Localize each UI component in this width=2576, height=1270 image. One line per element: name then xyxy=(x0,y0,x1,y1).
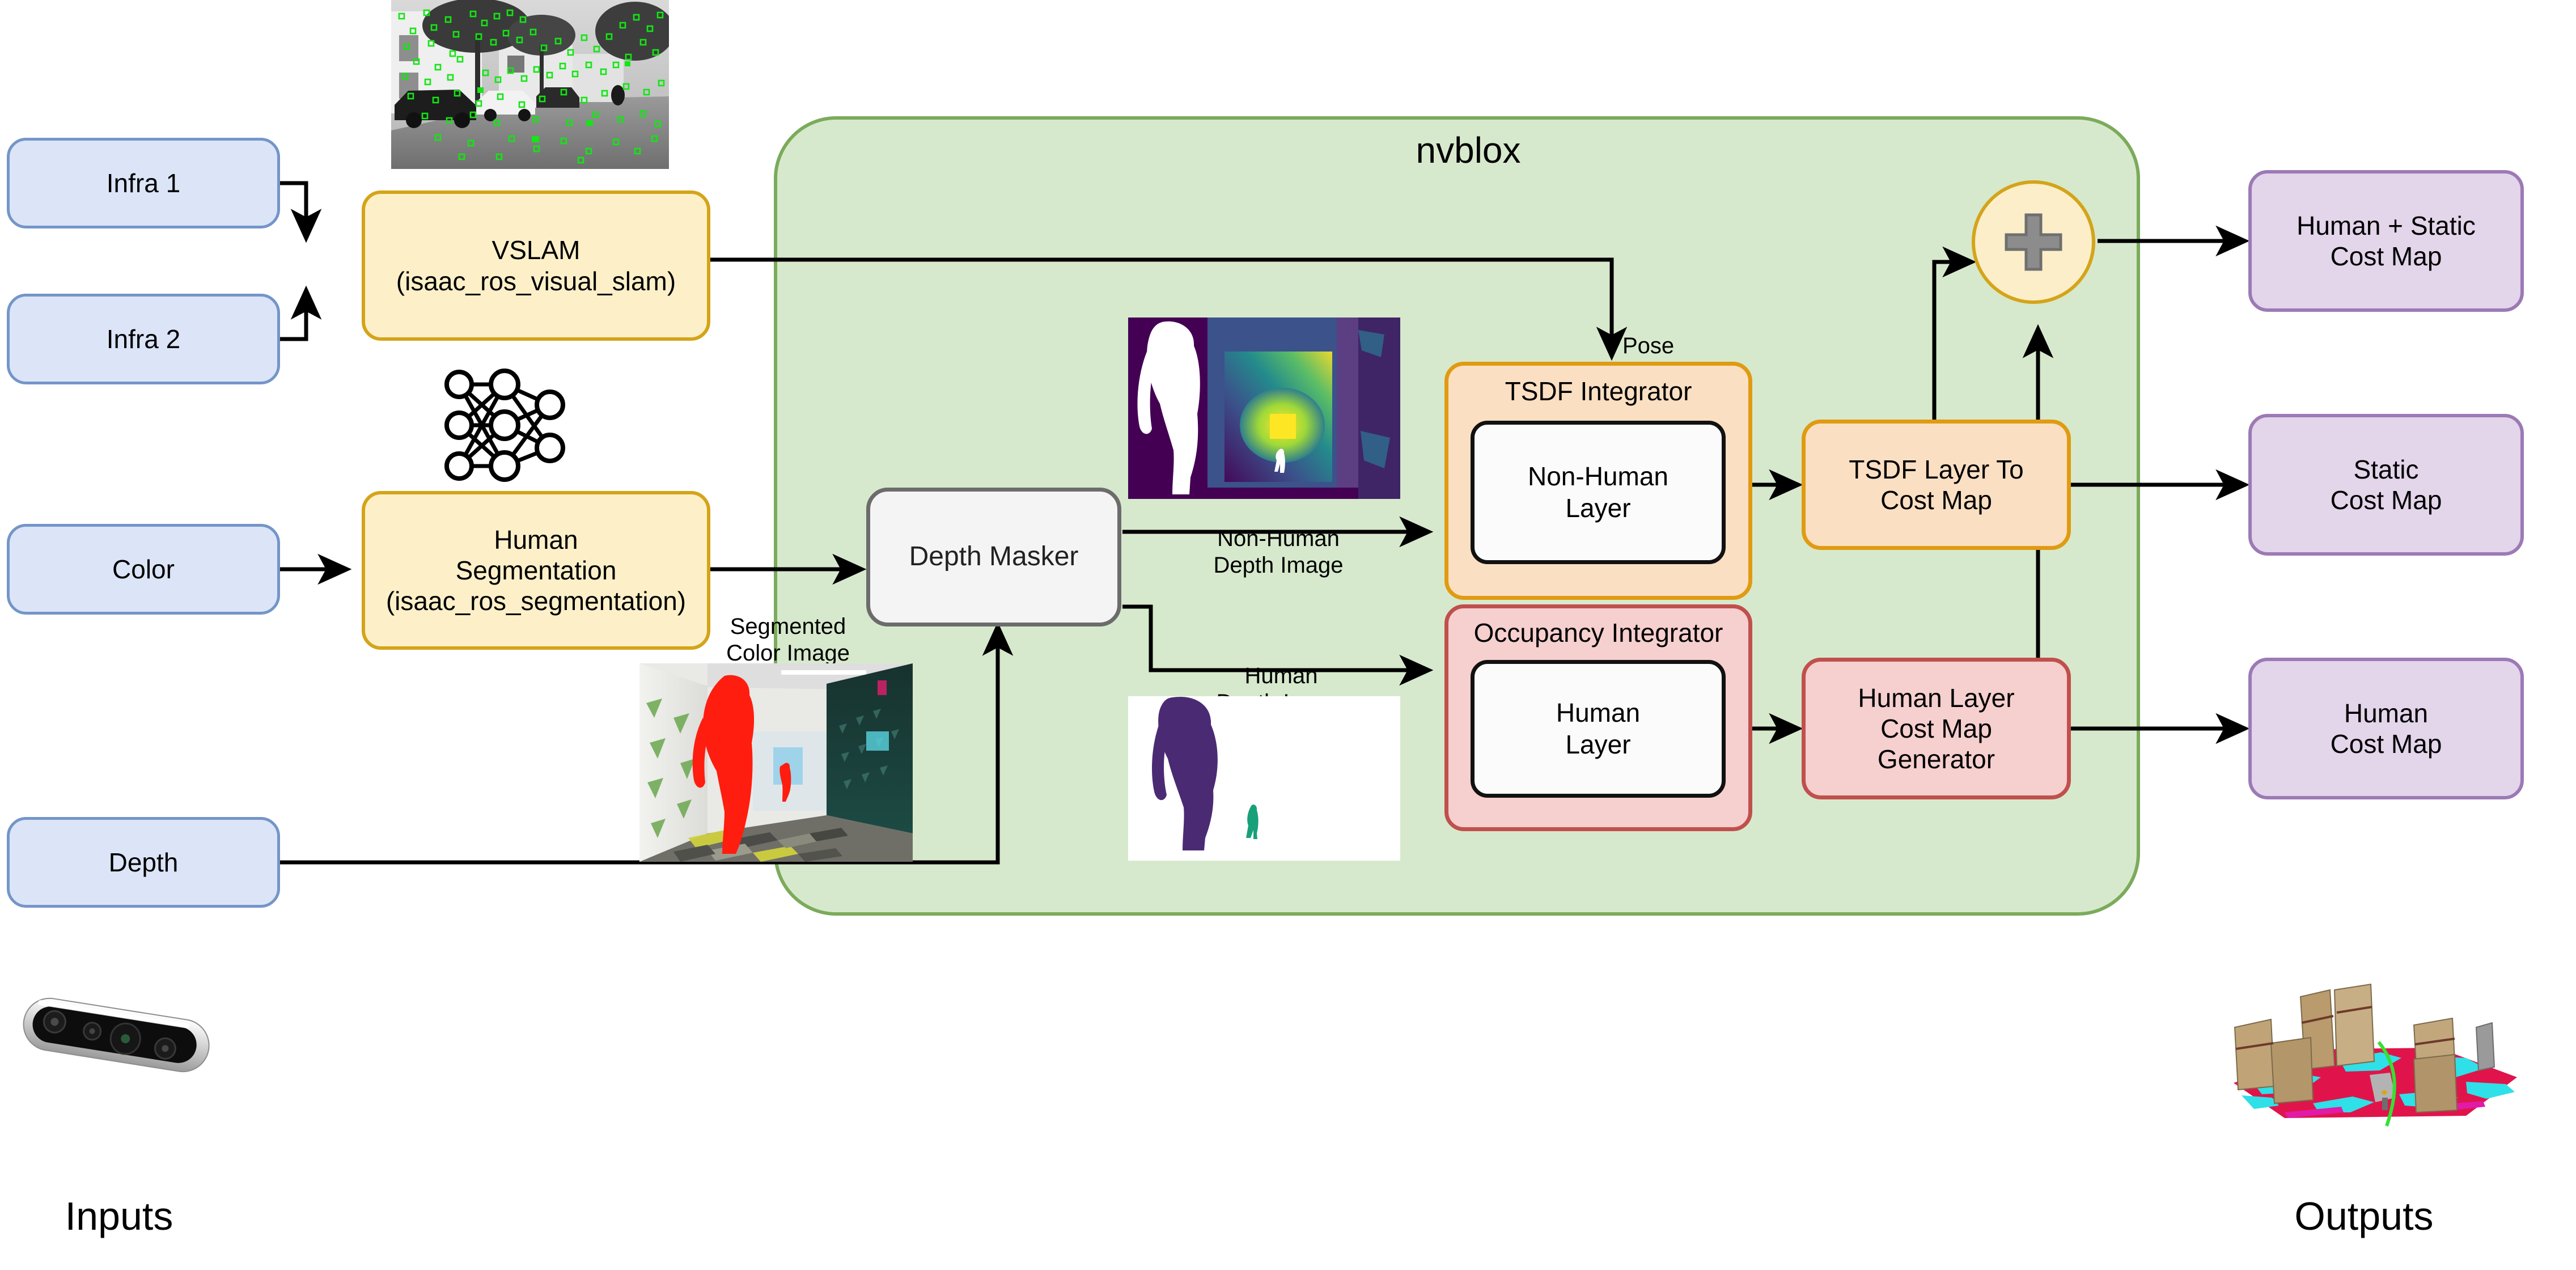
output-node-static-cost-map[interactable]: Static Cost Map xyxy=(2248,414,2524,556)
vslam-feature-image xyxy=(391,0,669,169)
input-label: Color xyxy=(112,554,175,584)
output-label: Static Cost Map xyxy=(2330,454,2442,515)
input-node-infra-2[interactable]: Infra 2 xyxy=(7,294,280,384)
input-node-infra-1[interactable]: Infra 1 xyxy=(7,138,280,228)
input-label: Infra 2 xyxy=(106,324,181,354)
output-node-human-static-cost-map[interactable]: Human + Static Cost Map xyxy=(2248,170,2524,312)
edge-label-text: Non-Human Depth Image xyxy=(1213,526,1344,578)
edge-label-pose: Pose xyxy=(1622,306,1736,359)
segmented-color-image-thumb xyxy=(639,663,913,862)
block-human-layer-cost-map-generator[interactable]: Human Layer Cost Map Generator xyxy=(1802,658,2071,799)
process-node-depth-masker[interactable]: Depth Masker xyxy=(866,488,1121,626)
output-label: Human Cost Map xyxy=(2330,698,2442,759)
layer-non-human: Non-Human Layer xyxy=(1471,421,1726,564)
input-node-color[interactable]: Color xyxy=(7,524,280,615)
edge-label-segmented-color-image: Segmented Color Image xyxy=(711,587,865,667)
nvblox-title: nvblox xyxy=(1416,130,1521,171)
edge-label-text: Segmented Color Image xyxy=(726,614,850,666)
input-label: Depth xyxy=(108,847,179,877)
edge-label-text: Pose xyxy=(1622,333,1675,359)
process-node-human-segmentation[interactable]: Human Segmentation (isaac_ros_segmentati… xyxy=(362,491,710,650)
block-label: TSDF Layer To Cost Map xyxy=(1849,454,2024,515)
process-label: VSLAM (isaac_ros_visual_slam) xyxy=(396,235,676,296)
sum-node[interactable]: + xyxy=(1972,180,2095,304)
depth-image-thumb xyxy=(1128,318,1400,499)
neural-network-icon xyxy=(437,363,573,488)
edge-label-non-human-depth-image: Non-Human Depth Image xyxy=(1165,499,1392,579)
output-node-human-cost-map[interactable]: Human Cost Map xyxy=(2248,658,2524,799)
process-label: Depth Masker xyxy=(909,541,1079,572)
block-title: TSDF Integrator xyxy=(1505,376,1692,406)
block-tsdf-layer-to-cost-map[interactable]: TSDF Layer To Cost Map xyxy=(1802,420,2071,550)
layer-human: Human Layer xyxy=(1471,660,1726,798)
input-label: Infra 1 xyxy=(106,168,181,198)
layer-label: Human Layer xyxy=(1556,698,1641,759)
reconstruction-map-thumb xyxy=(2200,964,2534,1134)
depth-camera-image xyxy=(11,987,238,1100)
diagram-canvas: nvblox Infra 1 Infra 2 Color Depth VSLAM… xyxy=(0,0,2576,1270)
plus-icon xyxy=(2005,213,2062,271)
caption-inputs: Inputs xyxy=(65,1194,173,1238)
caption-outputs: Outputs xyxy=(2294,1194,2434,1238)
process-label: Human Segmentation (isaac_ros_segmentati… xyxy=(385,524,687,616)
output-label: Human + Static Cost Map xyxy=(2297,210,2476,271)
block-title: Occupancy Integrator xyxy=(1473,618,1723,647)
block-label: Human Layer Cost Map Generator xyxy=(1858,683,2015,774)
process-node-vslam[interactable]: VSLAM (isaac_ros_visual_slam) xyxy=(362,190,710,341)
human-depth-image-thumb xyxy=(1128,696,1400,861)
layer-label: Non-Human Layer xyxy=(1528,462,1668,523)
input-node-depth[interactable]: Depth xyxy=(7,817,280,908)
